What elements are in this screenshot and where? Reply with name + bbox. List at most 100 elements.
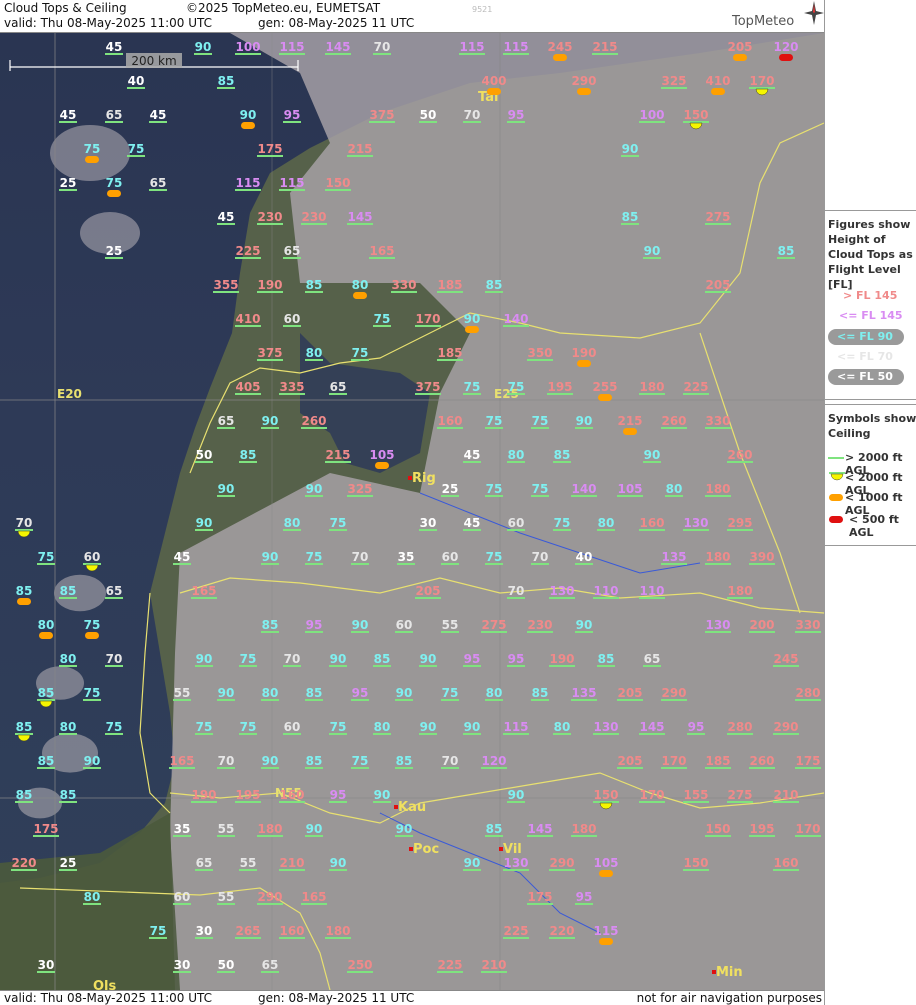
cloud-top-value: 120 xyxy=(773,40,798,54)
cloud-top-value: 75 xyxy=(106,176,123,190)
ceiling-symbol-lt500 xyxy=(779,54,793,61)
cloud-top-value: 180 xyxy=(705,550,730,564)
cloud-top-value: 85 xyxy=(262,618,279,632)
cloud-top-value: 75 xyxy=(508,380,525,394)
cloud-top-value: 60 xyxy=(442,550,459,564)
cloud-top-value: 70 xyxy=(16,516,33,530)
cloud-top-value: 75 xyxy=(532,482,549,496)
cloud-top-value: 80 xyxy=(508,448,525,462)
cloud-top-value: 130 xyxy=(549,584,574,598)
cloud-top-value: 120 xyxy=(481,754,506,768)
legend-panel: Figures show Height of Cloud Tops as Fli… xyxy=(824,0,916,1005)
cloud-top-value: 90 xyxy=(306,822,323,836)
cloud-top-value: 30 xyxy=(196,924,213,938)
cloud-top-value: 60 xyxy=(284,312,301,326)
cloud-top-value: 90 xyxy=(84,754,101,768)
cloud-top-value: 335 xyxy=(279,380,304,394)
cloud-top-value: 95 xyxy=(464,652,481,666)
cloud-top-value: 80 xyxy=(666,482,683,496)
cloud-top-value: 165 xyxy=(191,584,216,598)
cloud-top-value: 90 xyxy=(306,482,323,496)
ceiling-symbol-lt2000 xyxy=(17,530,31,538)
cloud-top-value: 220 xyxy=(549,924,574,938)
cloud-top-value: 260 xyxy=(301,414,326,428)
cloud-top-value: 400 xyxy=(481,74,506,88)
cloud-top-value: 215 xyxy=(347,142,372,156)
cloud-top-value: 375 xyxy=(415,380,440,394)
legend-ceiling-lt500: < 500 ft AGL xyxy=(849,513,899,539)
cloud-top-value: 115 xyxy=(279,40,304,54)
cloud-top-value: 160 xyxy=(279,788,304,802)
label-e20: E20 xyxy=(57,387,82,401)
footer-generated-time: gen: 08-May-2025 11 UTC xyxy=(258,991,415,1005)
cloud-top-value: 330 xyxy=(391,278,416,292)
cloud-top-value: 325 xyxy=(347,482,372,496)
cloud-top-value: 75 xyxy=(330,516,347,530)
cloud-top-value: 25 xyxy=(60,176,77,190)
cloud-top-value: 25 xyxy=(106,244,123,258)
cloud-top-value: 65 xyxy=(150,176,167,190)
cloud-top-value: 60 xyxy=(508,516,525,530)
cloud-top-value: 175 xyxy=(795,754,820,768)
cloud-top-value: 70 xyxy=(352,550,369,564)
cloud-top-value: 90 xyxy=(396,686,413,700)
cloud-top-value: 210 xyxy=(773,788,798,802)
cloud-top-value: 90 xyxy=(464,720,481,734)
cloud-top-value: 110 xyxy=(593,584,618,598)
cloud-top-value: 350 xyxy=(527,346,552,360)
cloud-top-value: 130 xyxy=(593,720,618,734)
cloud-top-value: 405 xyxy=(235,380,260,394)
cloud-top-value: 260 xyxy=(727,448,752,462)
cloud-top-value: 85 xyxy=(486,278,503,292)
cloud-top-value: 85 xyxy=(218,74,235,88)
cloud-top-value: 95 xyxy=(576,890,593,904)
cloud-top-value: 100 xyxy=(639,108,664,122)
cloud-top-value: 75 xyxy=(196,720,213,734)
cloud-top-value: 115 xyxy=(593,924,618,938)
cloud-top-value: 85 xyxy=(778,244,795,258)
cloud-top-value: 95 xyxy=(330,788,347,802)
cloud-top-value: 90 xyxy=(196,652,213,666)
ceiling-symbol-lt1000 xyxy=(733,54,747,61)
cloud-top-value: 325 xyxy=(661,74,686,88)
satellite-map[interactable]: 200 km E20 E25 N55 Tal Rig Kau Poc Vil Min Ols 45 90… xyxy=(0,33,824,990)
cloud-top-value: 145 xyxy=(347,210,372,224)
footer-bar: valid: Thu 08-May-2025 11:00 UTC gen: 08… xyxy=(0,990,824,1005)
cloud-top-value: 75 xyxy=(352,346,369,360)
ceiling-symbol-lt1000 xyxy=(711,88,725,95)
cloud-top-value: 295 xyxy=(727,516,752,530)
ceiling-symbol-lt1000 xyxy=(85,156,99,163)
cloud-top-value: 90 xyxy=(576,618,593,632)
cloud-top-value: 85 xyxy=(16,788,33,802)
cloud-top-value: 70 xyxy=(442,754,459,768)
cloud-top-value: 205 xyxy=(617,686,642,700)
cloud-top-value: 30 xyxy=(38,958,55,972)
ceiling-symbol-lt1000 xyxy=(107,190,121,197)
cloud-top-value: 45 xyxy=(150,108,167,122)
cloud-top-value: 180 xyxy=(257,822,282,836)
cloud-top-value: 200 xyxy=(749,618,774,632)
cloud-top-value: 225 xyxy=(503,924,528,938)
cloud-top-value: 40 xyxy=(576,550,593,564)
cloud-top-value: 150 xyxy=(683,108,708,122)
ceiling-symbol-lt1000 xyxy=(553,54,567,61)
cloud-top-value: 80 xyxy=(486,686,503,700)
cloud-top-value: 95 xyxy=(284,108,301,122)
cloud-top-value: 55 xyxy=(218,822,235,836)
cloud-top-value: 215 xyxy=(617,414,642,428)
cloud-top-value: 165 xyxy=(369,244,394,258)
cloud-top-value: 80 xyxy=(598,516,615,530)
map-canvas[interactable]: 200 kmE20 E25N55TalRigKauPoc VilMinOls45 90… xyxy=(0,33,824,990)
cloud-top-value: 185 xyxy=(437,278,462,292)
cloud-top-value: 90 xyxy=(262,414,279,428)
cloud-top-value: 80 xyxy=(352,278,369,292)
cloud-top-value: 25 xyxy=(60,856,77,870)
cloud-top-value: 225 xyxy=(437,958,462,972)
compass-star-icon xyxy=(804,1,824,25)
cloud-top-value: 145 xyxy=(527,822,552,836)
cloud-top-value: 265 xyxy=(235,924,260,938)
cloud-top-value: 90 xyxy=(644,448,661,462)
cloud-top-value: 210 xyxy=(279,856,304,870)
cloud-top-value: 390 xyxy=(749,550,774,564)
cloud-top-value: 260 xyxy=(749,754,774,768)
